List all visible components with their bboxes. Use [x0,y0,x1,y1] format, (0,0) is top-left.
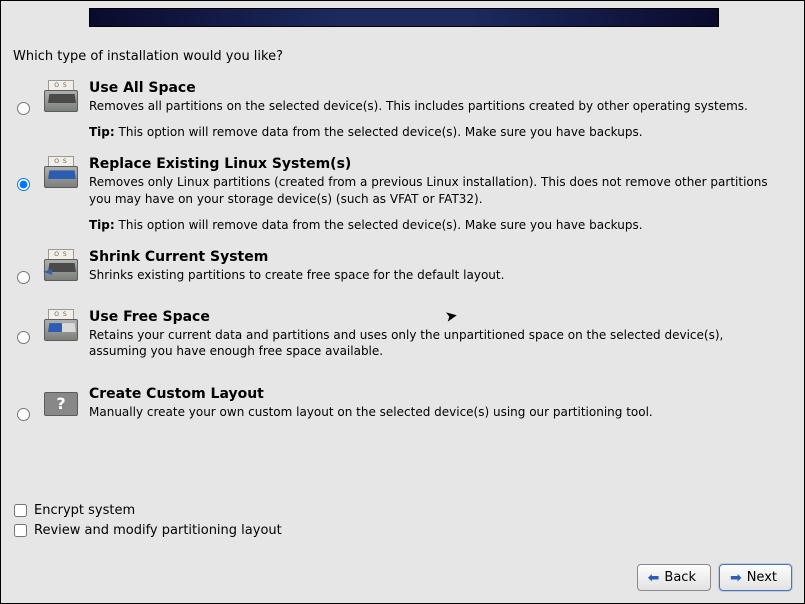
encrypt-system-checkbox[interactable] [14,504,27,517]
review-layout-label: Review and modify partitioning layout [34,523,282,538]
nav-buttons: ⬅ Back ➡ Next [637,564,792,591]
option-title: Use Free Space [89,309,782,325]
review-layout-row[interactable]: Review and modify partitioning layout [14,523,282,538]
back-button-label: Back [664,570,696,585]
question-icon [44,386,78,420]
option-use-all-space[interactable]: O S Use All Space Removes all partitions… [13,80,792,140]
disk-icon: O S [44,80,78,114]
disk-icon: O S [44,249,78,283]
option-title: Create Custom Layout [89,386,782,402]
header-banner [89,8,719,27]
option-use-free-space[interactable]: O S Use Free Space Retains your current … [13,309,792,369]
encrypt-system-row[interactable]: Encrypt system [14,503,282,518]
radio-use-free-space[interactable] [17,331,30,344]
installation-options: O S Use All Space Removes all partitions… [13,80,792,430]
disk-icon: O S [44,309,78,343]
option-desc: Removes all partitions on the selected d… [89,98,782,114]
option-desc: Retains your current data and partitions… [89,327,782,359]
next-button-label: Next [747,570,777,585]
installation-prompt: Which type of installation would you lik… [13,49,792,64]
arrow-right-icon: ➡ [730,571,742,585]
option-shrink-current[interactable]: O S Shrink Current System Shrinks existi… [13,249,792,293]
option-tip: Tip: This option will remove data from t… [89,217,782,233]
extra-options: Encrypt system Review and modify partiti… [14,503,282,543]
encrypt-system-label: Encrypt system [34,503,135,518]
option-title: Use All Space [89,80,782,96]
option-title: Shrink Current System [89,249,782,265]
next-button[interactable]: ➡ Next [719,564,792,591]
option-create-custom[interactable]: Create Custom Layout Manually create you… [13,386,792,430]
review-layout-checkbox[interactable] [14,524,27,537]
radio-use-all-space[interactable] [17,102,30,115]
option-desc: Manually create your own custom layout o… [89,404,782,420]
back-button[interactable]: ⬅ Back [637,564,711,591]
arrow-left-icon: ⬅ [648,571,660,585]
option-desc: Shrinks existing partitions to create fr… [89,267,782,283]
radio-create-custom[interactable] [17,408,30,421]
option-replace-existing[interactable]: O S Replace Existing Linux System(s) Rem… [13,156,792,233]
option-title: Replace Existing Linux System(s) [89,156,782,172]
radio-shrink-current[interactable] [17,271,30,284]
disk-icon: O S [44,156,78,190]
option-tip: Tip: This option will remove data from t… [89,124,782,140]
radio-replace-existing[interactable] [17,178,30,191]
option-desc: Removes only Linux partitions (created f… [89,174,782,206]
